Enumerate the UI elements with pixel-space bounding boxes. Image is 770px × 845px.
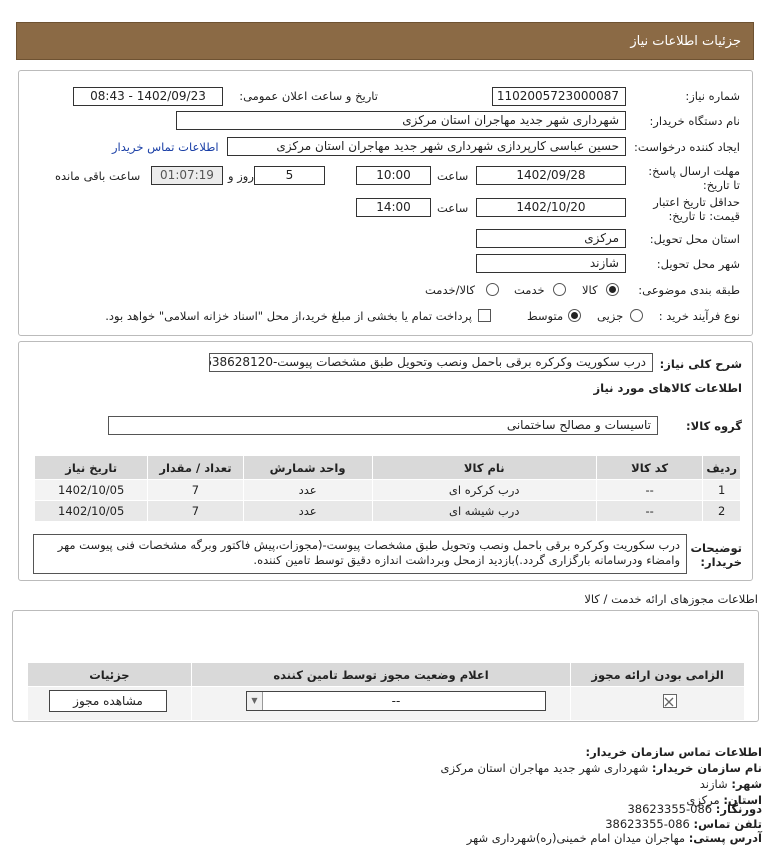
- permit-required-cell: [570, 686, 745, 721]
- deadline-date-field: 1402/09/28: [476, 166, 626, 185]
- cell-code: --: [595, 479, 704, 501]
- permit-required-checkbox: [663, 694, 677, 708]
- need-number-label: شماره نیاز:: [685, 89, 740, 103]
- contact-address-label: آدرس پستی:: [688, 831, 762, 845]
- process-medium-label: متوسط: [527, 309, 564, 323]
- contact-fax-label: دورنگار:: [715, 802, 762, 816]
- process-minor-label: جزیی: [597, 309, 624, 323]
- contact-address: مهاجران میدان امام خمینی(ره)شهرداری شهر: [466, 831, 686, 845]
- col-date: تاریخ نیاز: [33, 455, 149, 480]
- deadline-time-field: 10:00: [356, 166, 431, 185]
- category-service-radio[interactable]: [553, 283, 566, 296]
- category-goods-service-radio[interactable]: [486, 283, 499, 296]
- creator-field: حسین عباسی کارپردازی شهرداری شهر جدید مه…: [227, 137, 626, 156]
- contact-fax: 086-38623355: [627, 802, 713, 816]
- deadline-time-label: ساعت: [437, 169, 469, 183]
- cell-date: 1402/10/05: [33, 500, 149, 522]
- col-name: نام کالا: [371, 455, 597, 480]
- buyer-contact-link[interactable]: اطلاعات تماس خریدار: [112, 140, 219, 154]
- city-label: شهر محل تحویل:: [656, 257, 740, 271]
- contact-title: اطلاعات تماس سازمان خریدار:: [585, 745, 762, 759]
- cell-unit: عدد: [242, 500, 373, 522]
- buyer-notes-label: توضیحات خریدار:: [690, 541, 743, 569]
- province-field: مرکزی: [476, 229, 626, 248]
- goods-section-title: اطلاعات کالاهای مورد نیاز: [593, 381, 742, 395]
- remaining-time-field: 01:07:19: [151, 166, 223, 185]
- treasury-payment-note: پرداخت تمام یا بخشی از مبلغ خرید،از محل …: [105, 309, 472, 323]
- cell-row: 2: [702, 500, 741, 522]
- category-goods-service-label: کالا/خدمت: [425, 283, 476, 297]
- validity-time-field: 14:00: [356, 198, 431, 217]
- col-unit: واحد شمارش: [242, 455, 373, 480]
- page-title: جزئیات اطلاعات نیاز: [630, 34, 741, 49]
- view-permit-button[interactable]: مشاهده مجوز: [49, 690, 167, 712]
- cell-row: 1: [702, 479, 741, 501]
- category-service-label: خدمت: [514, 283, 545, 297]
- process-medium-radio[interactable]: [568, 309, 581, 322]
- category-label: طبقه بندی موضوعی:: [638, 283, 740, 297]
- goods-table: ردیف کد کالا نام کالا واحد شمارش تعداد /…: [33, 455, 741, 522]
- col-permit-status: اعلام وضعیت مجوز توسط تامین کننده: [190, 662, 572, 687]
- page-header: جزئیات اطلاعات نیاز: [16, 22, 754, 60]
- validity-label: حداقل تاریخ اعتبار قیمت: تا تاریخ:: [653, 195, 740, 223]
- cell-name: درب کرکره ای: [371, 479, 597, 501]
- contact-city-label: شهر:: [731, 777, 762, 791]
- deadline-label: مهلت ارسال پاسخ: تا تاریخ:: [648, 164, 740, 192]
- cell-qty: 7: [147, 500, 244, 522]
- col-permit-details: جزئیات: [27, 662, 192, 687]
- cell-qty: 7: [147, 479, 244, 501]
- table-row: 2 -- درب شیشه ای عدد 7 1402/10/05: [33, 500, 741, 522]
- process-minor-radio[interactable]: [630, 309, 643, 322]
- permit-status-select[interactable]: ▼ --: [246, 691, 546, 711]
- validity-date-field: 1402/10/20: [476, 198, 626, 217]
- description-field: درب سکوریت وکرکره برقی باحمل ونصب وتحویل…: [209, 353, 653, 372]
- cell-unit: عدد: [242, 479, 373, 501]
- buyer-field: شهرداری شهر جدید مهاجران استان مرکزی: [176, 111, 626, 130]
- cell-date: 1402/10/05: [33, 479, 149, 501]
- category-goods-label: کالا: [582, 283, 598, 297]
- contact-org: شهرداری شهر جدید مهاجران استان مرکزی: [440, 761, 649, 775]
- permit-status-value: --: [391, 694, 401, 708]
- cell-name: درب شیشه ای: [371, 500, 597, 522]
- cross-icon: [664, 697, 674, 707]
- col-qty: تعداد / مقدار: [147, 455, 244, 480]
- days-label: روز و: [228, 169, 254, 183]
- contact-phone-label: تلفن تماس:: [693, 817, 762, 831]
- announce-field: 1402/09/23 - 08:43: [73, 87, 223, 106]
- permits-section-title: اطلاعات مجوزهای ارائه خدمت / کالا: [584, 592, 758, 606]
- announce-label: تاریخ و ساعت اعلان عمومی:: [239, 89, 378, 103]
- description-label: شرح کلی نیاز:: [659, 357, 742, 371]
- col-permit-required: الزامی بودن ارائه مجوز: [570, 662, 745, 687]
- creator-label: ایجاد کننده درخواست:: [634, 140, 740, 154]
- contact-org-label: نام سازمان خریدار:: [651, 761, 762, 775]
- validity-time-label: ساعت: [437, 201, 469, 215]
- buyer-notes-field: درب سکوریت وکرکره برقی باحمل ونصب وتحویل…: [33, 534, 687, 574]
- contact-city: شازند: [699, 777, 728, 791]
- province-label: استان محل تحویل:: [649, 232, 740, 246]
- contact-phone: 086-38623355: [605, 817, 690, 831]
- category-goods-radio[interactable]: [606, 283, 619, 296]
- process-label: نوع فرآیند خرید :: [658, 309, 740, 323]
- goods-group-field: تاسیسات و مصالح ساختمانی: [108, 416, 658, 435]
- col-code: کد کالا: [595, 455, 704, 480]
- table-row: 1 -- درب کرکره ای عدد 7 1402/10/05: [33, 479, 741, 501]
- col-row: ردیف: [702, 455, 741, 480]
- goods-group-label: گروه کالا:: [686, 419, 742, 433]
- chevron-down-icon: ▼: [247, 692, 263, 710]
- remaining-label: ساعت باقی مانده: [55, 169, 141, 183]
- buyer-label: نام دستگاه خریدار:: [649, 114, 740, 128]
- need-number-field: 1102005723000087: [492, 87, 626, 106]
- cell-code: --: [595, 500, 704, 522]
- city-field: شازند: [476, 254, 626, 273]
- days-field: 5: [254, 166, 325, 185]
- treasury-payment-checkbox[interactable]: [478, 309, 491, 322]
